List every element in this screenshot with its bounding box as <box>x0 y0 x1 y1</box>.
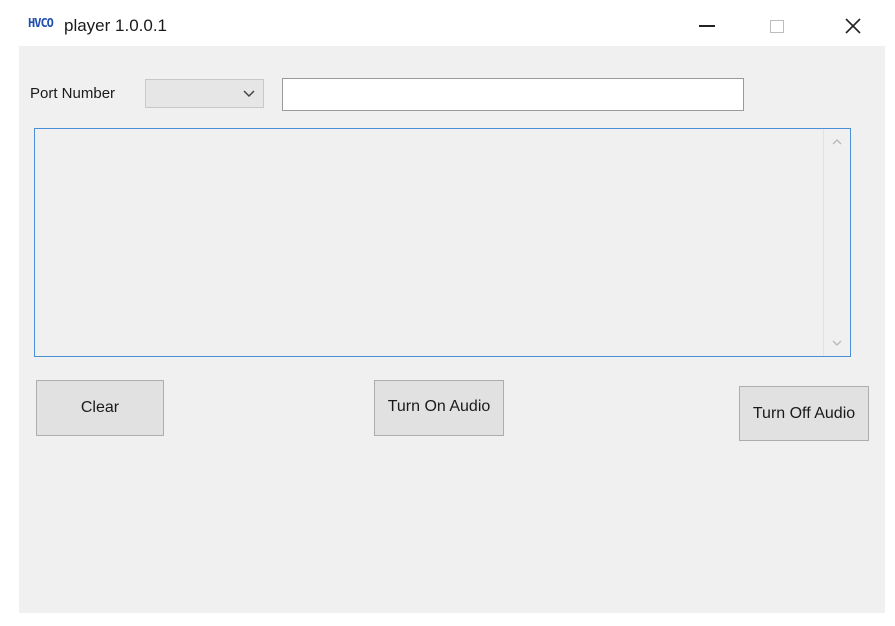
turn-on-audio-button[interactable]: Turn On Audio <box>374 380 504 436</box>
vertical-scrollbar[interactable] <box>823 129 850 356</box>
close-icon <box>845 18 861 34</box>
chevron-down-icon <box>243 90 255 98</box>
port-number-label: Port Number <box>30 85 116 102</box>
turn-off-audio-button[interactable]: Turn Off Audio <box>739 386 869 441</box>
scroll-down-button[interactable] <box>828 335 846 351</box>
chevron-down-icon <box>832 340 842 346</box>
clear-button[interactable]: Clear <box>36 380 164 436</box>
client-area: Port Number Clear Turn On Audio Turn Off… <box>19 46 885 613</box>
maximize-icon <box>770 19 784 33</box>
log-text <box>39 133 820 352</box>
maximize-button[interactable] <box>754 8 800 44</box>
app-window: HVCO player 1.0.0.1 Port Number Clear Tu… <box>0 0 895 626</box>
minimize-button[interactable] <box>684 8 730 44</box>
window-title: player 1.0.0.1 <box>64 16 168 35</box>
chevron-up-icon <box>832 139 842 145</box>
log-textarea[interactable] <box>34 128 851 357</box>
title-bar[interactable]: HVCO player 1.0.0.1 <box>0 0 895 46</box>
command-input[interactable] <box>282 78 744 111</box>
close-button[interactable] <box>830 8 876 44</box>
minimize-icon <box>699 25 715 27</box>
port-number-select[interactable] <box>145 79 264 108</box>
app-logo: HVCO <box>28 16 54 30</box>
scroll-up-button[interactable] <box>828 134 846 150</box>
